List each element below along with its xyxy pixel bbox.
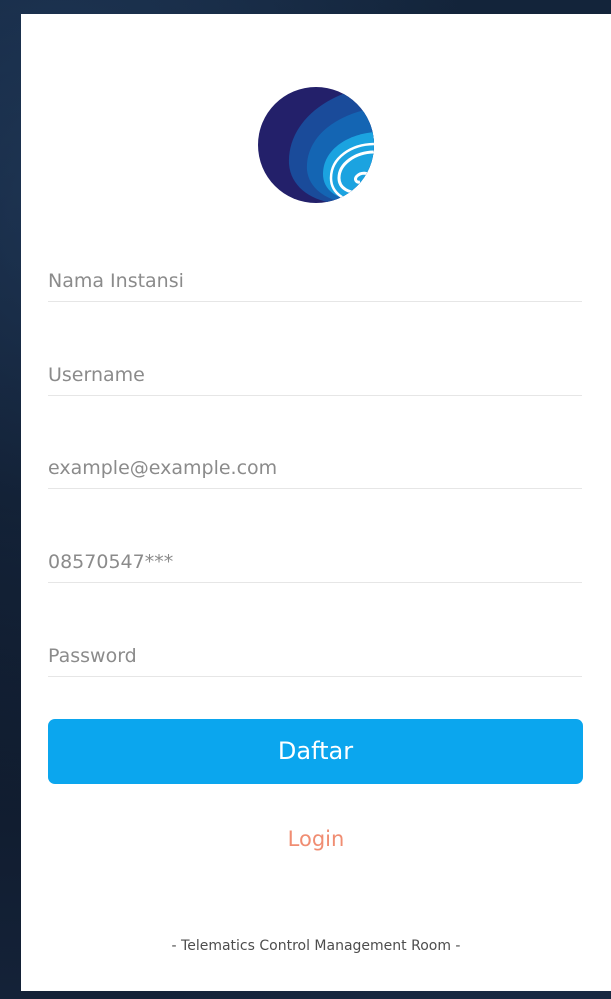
login-link[interactable]: Login (21, 827, 611, 851)
username-field (48, 357, 582, 396)
password-input[interactable] (48, 638, 582, 674)
register-card: Daftar Login - Telematics Control Manage… (21, 14, 611, 991)
footer-text: - Telematics Control Management Room - (171, 938, 461, 954)
email-field (48, 450, 582, 489)
logo-icon (258, 87, 374, 203)
nama-instansi-field (48, 263, 582, 302)
email-input[interactable] (48, 450, 582, 486)
phone-field (48, 544, 582, 583)
nama-instansi-input[interactable] (48, 263, 582, 299)
password-field (48, 638, 582, 677)
daftar-button[interactable]: Daftar (48, 719, 583, 784)
username-input[interactable] (48, 357, 582, 393)
phone-input[interactable] (48, 544, 582, 580)
